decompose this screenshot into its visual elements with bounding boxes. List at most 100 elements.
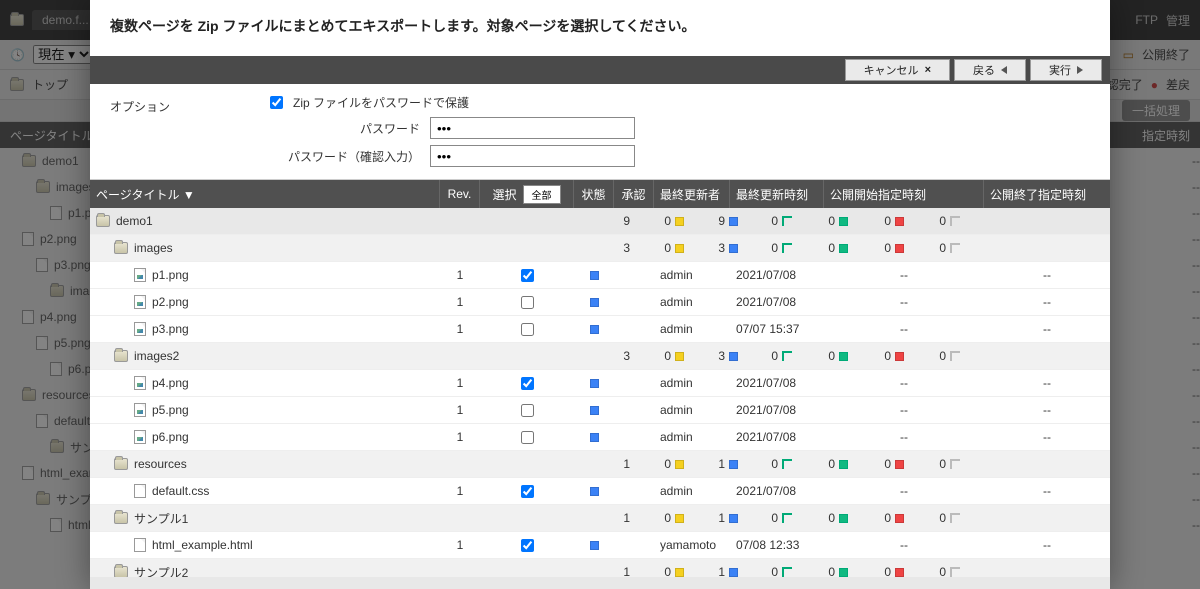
col-rev[interactable]: Rev. [440, 180, 480, 208]
file-icon [134, 322, 146, 336]
row-publish-end: -- [984, 532, 1110, 558]
row-updated: 2021/07/08 [730, 262, 824, 288]
table-row[interactable]: default.css1admin2021/07/08---- [90, 478, 1110, 505]
col-updater[interactable]: 最終更新者 [654, 180, 730, 208]
row-rev [390, 559, 429, 577]
status-icon [590, 379, 599, 388]
folder-icon [96, 215, 110, 227]
row-select-cell [429, 235, 521, 261]
table-row[interactable]: html_example.html1yamamoto07/08 12:33---… [90, 532, 1110, 559]
file-icon [134, 430, 146, 444]
row-select-checkbox[interactable] [521, 404, 534, 417]
table-body[interactable]: demo19090000images3030000p1.png1admin202… [90, 208, 1110, 577]
row-rev: 1 [440, 424, 480, 450]
row-name: サンプル2 [134, 564, 188, 578]
table-row[interactable]: サンプル11010000 [90, 505, 1110, 532]
row-status [521, 235, 560, 261]
row-rev [390, 208, 429, 234]
row-rev: 1 [440, 316, 480, 342]
row-updated: 2021/07/08 [730, 424, 824, 450]
status-icon [590, 298, 599, 307]
row-counts: 1010000 [600, 457, 1110, 471]
table-row[interactable]: images3030000 [90, 235, 1110, 262]
status-icon [590, 541, 599, 550]
row-select-cell [480, 289, 574, 315]
row-select-cell [480, 262, 574, 288]
row-rev [390, 235, 429, 261]
row-status [574, 262, 614, 288]
table-row[interactable]: demo19090000 [90, 208, 1110, 235]
row-status [574, 316, 614, 342]
password-confirm-input[interactable] [430, 145, 635, 167]
row-select-checkbox[interactable] [521, 269, 534, 282]
execute-button[interactable]: 実行 [1030, 59, 1102, 81]
row-select-checkbox[interactable] [521, 485, 534, 498]
table-row[interactable]: p2.png1admin2021/07/08---- [90, 289, 1110, 316]
export-zip-dialog: 複数ページを Zip ファイルにまとめてエキスポートします。対象ページを選択して… [90, 0, 1110, 589]
row-select-cell [429, 208, 521, 234]
col-publish-end[interactable]: 公開終了指定時刻 [984, 180, 1110, 208]
row-publish-end: -- [984, 424, 1110, 450]
table-row[interactable]: p5.png1admin2021/07/08---- [90, 397, 1110, 424]
table-row[interactable]: p3.png1admin07/07 15:37---- [90, 316, 1110, 343]
row-select-cell [480, 478, 574, 504]
file-icon [134, 484, 146, 498]
close-icon: × [925, 64, 931, 76]
row-rev: 1 [440, 289, 480, 315]
row-publish-start: -- [824, 370, 984, 396]
password-protect-checkbox[interactable] [270, 96, 283, 109]
col-approval[interactable]: 承認 [614, 180, 654, 208]
row-rev: 1 [440, 478, 480, 504]
table-row[interactable]: サンプル21010000 [90, 559, 1110, 577]
row-updater: admin [654, 316, 730, 342]
password-input[interactable] [430, 117, 635, 139]
col-publish-start[interactable]: 公開開始指定時刻 [824, 180, 984, 208]
row-publish-end: -- [984, 397, 1110, 423]
folder-icon [114, 458, 128, 470]
row-updated: 2021/07/08 [730, 478, 824, 504]
row-counts: 9090000 [600, 214, 1110, 228]
row-rev: 1 [440, 532, 480, 558]
row-select-checkbox[interactable] [521, 431, 534, 444]
table-header: ページタイトル ▼ Rev. 選択 全部 状態 承認 最終更新者 最終更新時刻 … [90, 180, 1110, 208]
select-all-button[interactable]: 全部 [523, 185, 561, 204]
table-row[interactable]: p4.png1admin2021/07/08---- [90, 370, 1110, 397]
row-name: サンプル1 [134, 510, 188, 527]
row-name: p2.png [152, 295, 189, 309]
row-name: images2 [134, 349, 179, 363]
row-updated: 2021/07/08 [730, 397, 824, 423]
row-updater: admin [654, 262, 730, 288]
col-updated[interactable]: 最終更新時刻 [730, 180, 824, 208]
row-publish-end: -- [984, 370, 1110, 396]
row-select-cell [480, 316, 574, 342]
row-name: html_example.html [152, 538, 253, 552]
folder-icon [114, 350, 128, 362]
row-status [521, 559, 560, 577]
row-select-checkbox[interactable] [521, 539, 534, 552]
table-row[interactable]: images2 3030000 [90, 343, 1110, 370]
row-select-checkbox[interactable] [521, 296, 534, 309]
dialog-button-bar: キャンセル× 戻る 実行 [90, 56, 1110, 84]
file-icon [134, 403, 146, 417]
col-title[interactable]: ページタイトル ▼ [90, 180, 440, 208]
row-updater: yamamoto [654, 532, 730, 558]
col-status[interactable]: 状態 [574, 180, 614, 208]
row-publish-end: -- [984, 262, 1110, 288]
row-select-cell [429, 343, 521, 369]
options-panel: オプション Zip ファイルをパスワードで保護 パスワード パスワード（確認入力… [90, 84, 1110, 180]
row-publish-start: -- [824, 289, 984, 315]
row-select-cell [480, 424, 574, 450]
cancel-button[interactable]: キャンセル× [845, 59, 950, 81]
row-select-checkbox[interactable] [521, 377, 534, 390]
row-updater: admin [654, 289, 730, 315]
file-icon [134, 376, 146, 390]
row-rev: 1 [440, 262, 480, 288]
table-row[interactable]: resources1010000 [90, 451, 1110, 478]
row-updater: admin [654, 370, 730, 396]
table-row[interactable]: p6.png1admin2021/07/08---- [90, 424, 1110, 451]
row-counts: 3030000 [600, 349, 1110, 363]
row-select-checkbox[interactable] [521, 323, 534, 336]
table-row[interactable]: p1.png1admin2021/07/08---- [90, 262, 1110, 289]
row-publish-start: -- [824, 397, 984, 423]
back-button[interactable]: 戻る [954, 59, 1026, 81]
